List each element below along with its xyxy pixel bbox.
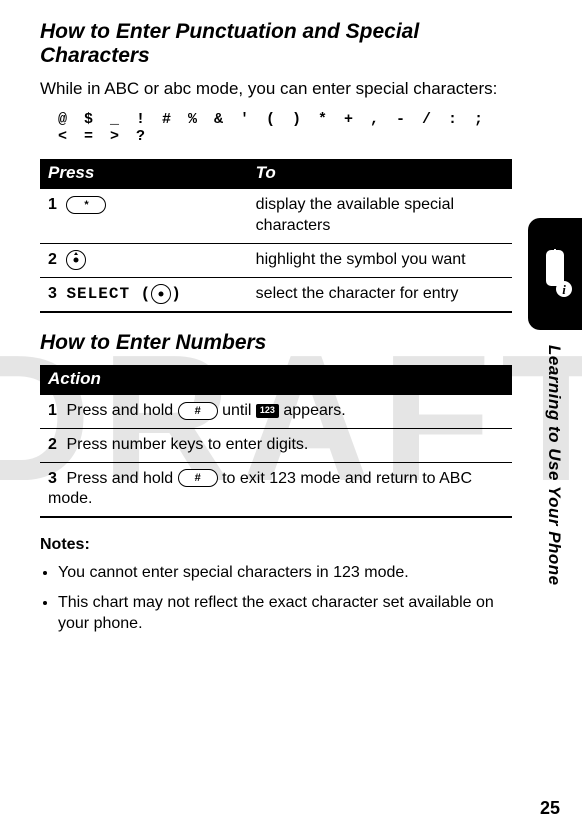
select-label: SELECT ( [66,285,151,303]
step-number: 3 [48,284,62,305]
section1-intro: While in ABC or abc mode, you can enter … [40,78,512,99]
step-number: 3 [48,469,62,490]
step-number: 1 [48,401,62,422]
step-number: 1 [48,195,62,216]
side-section-label: Learning to Use Your Phone [544,345,564,586]
special-characters-list: @ $ _ ! # % & ' ( ) * + , - / : ; < = > … [58,111,512,145]
section1-title: How to Enter Punctuation and Special Cha… [40,20,512,68]
col-action: Action [40,365,512,394]
center-key-icon [151,284,171,304]
notes-list: You cannot enter special characters in 1… [58,562,512,635]
action-text: Press and hold [66,470,177,487]
phone-info-icon: i [538,249,572,299]
press-to-table: Press To 1 * display the available speci… [40,159,512,313]
step-description: highlight the symbol you want [248,243,512,277]
step-number: 2 [48,435,62,456]
side-tab: i [528,218,582,330]
table-row: 2 highlight the symbol you want [40,243,512,277]
action-text: until [218,402,256,419]
page-content: How to Enter Punctuation and Special Cha… [0,0,582,635]
list-item: This chart may not reflect the exact cha… [58,592,512,635]
table-row: 3 SELECT () select the character for ent… [40,277,512,312]
svg-text:i: i [562,282,566,297]
table-row: 1 * display the available special charac… [40,188,512,243]
step-number: 2 [48,250,62,271]
action-table: Action 1 Press and hold # until 123 appe… [40,365,512,518]
table-row: 1 Press and hold # until 123 appears. [40,394,512,428]
action-text: appears. [279,402,346,419]
section2-title: How to Enter Numbers [40,331,512,355]
action-text: Press and hold [66,402,177,419]
step-description: display the available special characters [248,188,512,243]
table-row: 2 Press number keys to enter digits. [40,428,512,462]
action-text: Press number keys to enter digits. [66,436,308,453]
step-description: select the character for entry [248,277,512,312]
list-item: You cannot enter special characters in 1… [58,562,512,584]
hash-key-icon: # [178,469,218,487]
mode-123-icon: 123 [256,404,279,418]
star-key-icon: * [66,196,106,214]
select-label-suffix: ) [171,285,182,303]
table-row: 3 Press and hold # to exit 123 mode and … [40,462,512,517]
nav-key-icon [66,250,86,270]
page-number: 25 [540,798,560,819]
col-press: Press [40,159,248,188]
hash-key-icon: # [178,402,218,420]
notes-heading: Notes: [40,536,512,554]
col-to: To [248,159,512,188]
